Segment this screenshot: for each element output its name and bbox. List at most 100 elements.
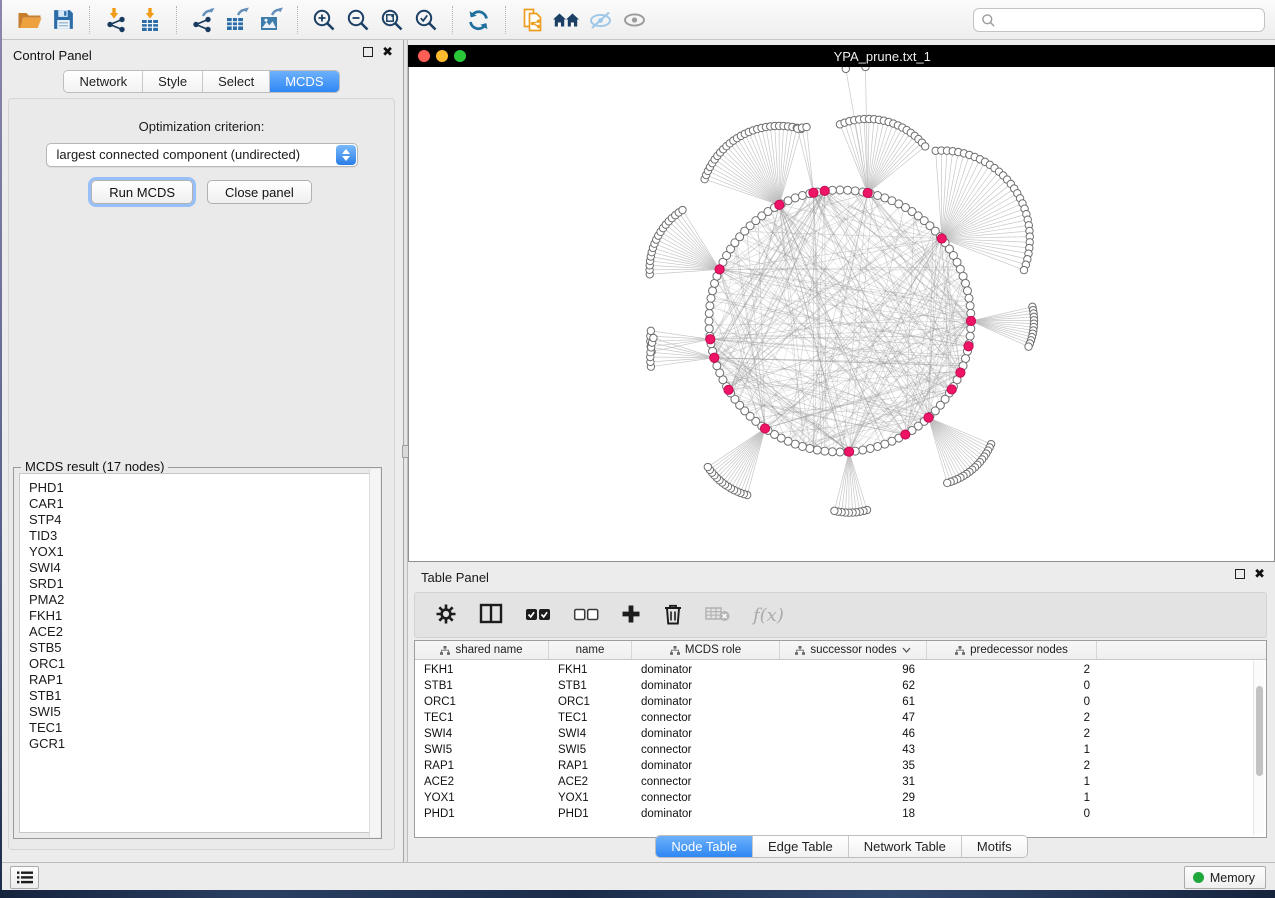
tab-edge-table[interactable]: Edge Table	[753, 836, 849, 857]
close-table-panel-button[interactable]: ✖	[1254, 569, 1265, 579]
export-network-button[interactable]	[186, 3, 220, 37]
mcds-result-item[interactable]: SWI4	[29, 560, 375, 576]
mcds-result-item[interactable]: SRD1	[29, 576, 375, 592]
table-cell-successor_nodes: 29	[780, 792, 927, 808]
open-file-button[interactable]	[12, 3, 46, 37]
table-scrollbar-thumb[interactable]	[1256, 686, 1263, 776]
zoom-in-button[interactable]	[307, 3, 341, 37]
network-canvas[interactable]	[408, 67, 1275, 562]
zoom-selected-button[interactable]	[409, 3, 443, 37]
mcds-result-item[interactable]: FKH1	[29, 608, 375, 624]
table-row[interactable]: FKH1FKH1dominator962	[415, 664, 1266, 680]
column-header-filler	[1097, 641, 1266, 659]
zoom-fit-button[interactable]	[375, 3, 409, 37]
minimize-window-button[interactable]	[436, 50, 448, 62]
tab-style[interactable]: Style	[143, 71, 203, 92]
toolbar-separator	[176, 6, 177, 34]
export-table-button[interactable]	[220, 3, 254, 37]
table-row[interactable]: SWI5SWI5connector431	[415, 744, 1266, 760]
delete-column-button[interactable]	[663, 603, 683, 628]
export-image-icon	[258, 7, 284, 33]
table-cell-name: SWI5	[549, 744, 632, 760]
column-header-name[interactable]: name	[549, 641, 632, 659]
column-header-mcds-role[interactable]: MCDS role	[632, 641, 780, 659]
tab-node-table[interactable]: Node Table	[656, 836, 753, 857]
zoom-in-icon	[311, 7, 337, 33]
search-input[interactable]	[996, 10, 1264, 30]
show-columns-button[interactable]	[479, 603, 503, 627]
attribute-icon	[440, 646, 450, 655]
maximize-window-button[interactable]	[454, 50, 466, 62]
tab-network-table[interactable]: Network Table	[849, 836, 962, 857]
mcds-result-item[interactable]: YOX1	[29, 544, 375, 560]
deselect-all-button[interactable]	[573, 607, 599, 624]
memory-button[interactable]: Memory	[1184, 866, 1266, 889]
mcds-result-item[interactable]: STB1	[29, 688, 375, 704]
table-row[interactable]: YOX1YOX1connector291	[415, 792, 1266, 808]
mcds-result-item[interactable]: TEC1	[29, 720, 375, 736]
tab-network[interactable]: Network	[64, 71, 143, 92]
network-window-titlebar[interactable]: YPA_prune.txt_1	[408, 45, 1275, 67]
mcds-result-item[interactable]: GCR1	[29, 736, 375, 752]
select-all-button[interactable]	[525, 607, 551, 624]
mcds-result-item[interactable]: STB5	[29, 640, 375, 656]
mcds-result-item[interactable]: TID3	[29, 528, 375, 544]
table-cell-mcds_role: dominator	[632, 808, 780, 824]
table-settings-button[interactable]	[435, 603, 457, 628]
run-mcds-button[interactable]: Run MCDS	[91, 180, 193, 204]
mcds-result-item[interactable]: RAP1	[29, 672, 375, 688]
column-header-shared-name[interactable]: shared name	[415, 641, 549, 659]
tab-select[interactable]: Select	[203, 71, 270, 92]
close-panel-button[interactable]: ✖	[382, 47, 393, 57]
apply-layout-button[interactable]	[462, 3, 496, 37]
first-neighbors-button[interactable]	[549, 3, 583, 37]
tab-mcds[interactable]: MCDS	[270, 71, 338, 92]
mcds-result-item[interactable]: PMA2	[29, 592, 375, 608]
table-panel: Table Panel ✖	[408, 562, 1275, 862]
table-row[interactable]: SWI4SWI4dominator462	[415, 728, 1266, 744]
import-network-button[interactable]	[99, 3, 133, 37]
table-row[interactable]: STB1STB1dominator620	[415, 680, 1266, 696]
float-panel-button[interactable]	[363, 47, 373, 57]
export-image-button[interactable]	[254, 3, 288, 37]
task-history-button[interactable]	[10, 866, 39, 889]
toolbar-separator	[297, 6, 298, 34]
import-table-button[interactable]	[133, 3, 167, 37]
table-cell-predecessor_nodes: 0	[927, 808, 1097, 824]
criterion-dropdown[interactable]: largest connected component (undirected)	[46, 143, 358, 167]
table-row[interactable]: ACE2ACE2connector311	[415, 776, 1266, 792]
table-scrollbar[interactable]	[1253, 661, 1264, 835]
mcds-list-scrollbar[interactable]	[369, 469, 380, 837]
duplicate-network-button[interactable]	[515, 3, 549, 37]
mcds-result-list[interactable]: PHD1CAR1STP4TID3YOX1SWI4SRD1PMA2FKH1ACE2…	[19, 473, 376, 833]
mcds-result-item[interactable]: ACE2	[29, 624, 375, 640]
table-row[interactable]: ORC1ORC1dominator610	[415, 696, 1266, 712]
close-window-button[interactable]	[418, 50, 430, 62]
function-builder-button[interactable]: f(x)	[753, 605, 784, 626]
tab-motifs[interactable]: Motifs	[962, 836, 1027, 857]
table-row[interactable]: PHD1PHD1dominator180	[415, 808, 1266, 824]
add-column-button[interactable]	[621, 604, 641, 627]
save-session-button[interactable]	[46, 3, 80, 37]
delete-table-button[interactable]	[705, 605, 731, 626]
table-row[interactable]: TEC1TEC1connector472	[415, 712, 1266, 728]
table-row[interactable]: RAP1RAP1dominator352	[415, 760, 1266, 776]
mcds-result-item[interactable]: SWI5	[29, 704, 375, 720]
mcds-result-item[interactable]: STP4	[29, 512, 375, 528]
column-header-successor-nodes[interactable]: successor nodes	[780, 641, 927, 659]
float-table-panel-button[interactable]	[1235, 569, 1245, 579]
toolbar-separator	[89, 6, 90, 34]
search-field[interactable]	[973, 8, 1265, 32]
show-all-button[interactable]	[617, 3, 651, 37]
table-panel-header: Table Panel ✖	[408, 562, 1275, 589]
mcds-result-item[interactable]: CAR1	[29, 496, 375, 512]
mcds-result-item[interactable]: ORC1	[29, 656, 375, 672]
column-header-predecessor-nodes[interactable]: predecessor nodes	[927, 641, 1097, 659]
close-panel-button-mcds[interactable]: Close panel	[207, 180, 312, 204]
control-panel: Control Panel ✖ Network Style Select MCD…	[0, 40, 403, 862]
mcds-result-item[interactable]: PHD1	[29, 480, 375, 496]
table-cell-successor_nodes: 62	[780, 680, 927, 696]
hide-selected-button[interactable]	[583, 3, 617, 37]
table-cell-name: STB1	[549, 680, 632, 696]
zoom-out-button[interactable]	[341, 3, 375, 37]
